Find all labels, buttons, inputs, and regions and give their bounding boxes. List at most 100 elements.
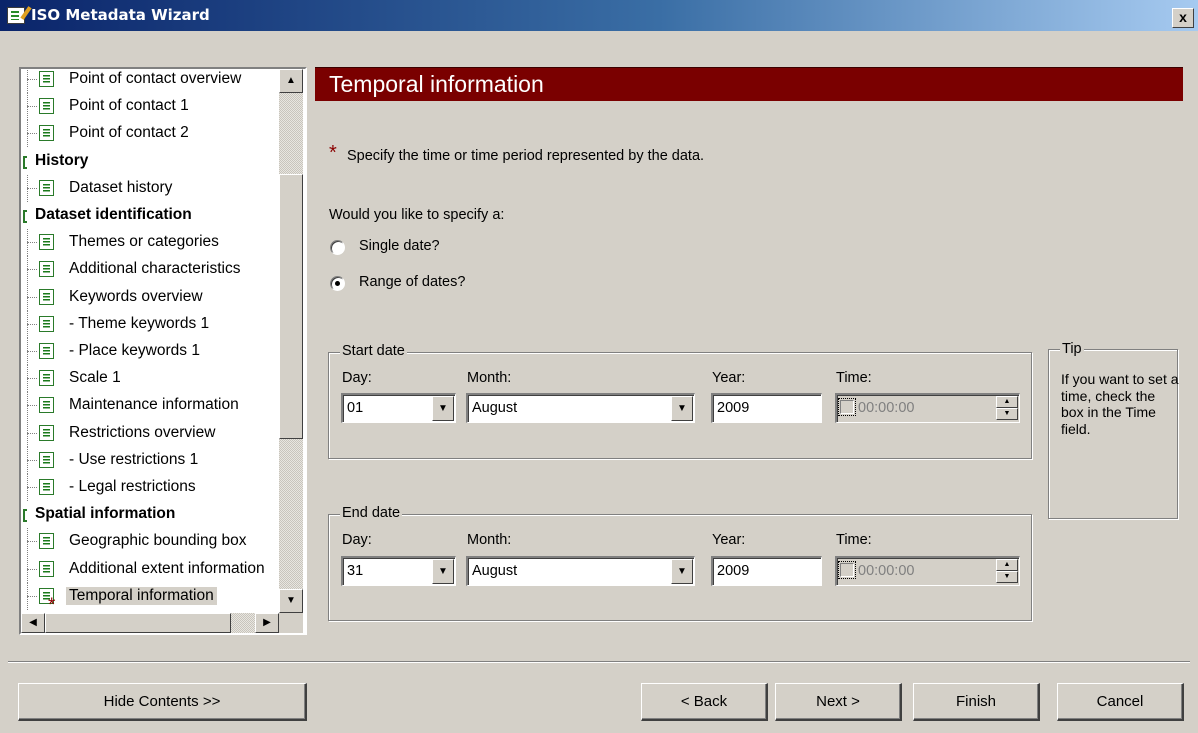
metadata-wizard-icon <box>7 7 25 24</box>
tree-item-label: - Place keywords 1 <box>69 342 200 359</box>
end-time-label: Time: <box>836 532 872 548</box>
spin-down-icon[interactable]: ▼ <box>996 408 1018 420</box>
cancel-label: Cancel <box>1096 693 1144 710</box>
start-day-label: Day: <box>342 370 372 386</box>
spin-up-icon[interactable]: ▲ <box>996 396 1018 408</box>
tree-connector-line <box>27 296 37 298</box>
tree-page-item[interactable]: Scale 1 <box>21 365 279 393</box>
end-time-input[interactable]: 00:00:00 ▲ ▼ <box>835 556 1020 586</box>
tree-page-item[interactable]: Additional characteristics <box>21 256 279 284</box>
scroll-left-icon[interactable]: ◀ <box>21 613 45 633</box>
tree-connector-line <box>27 568 37 570</box>
tree-page-item[interactable]: Themes or categories <box>21 229 279 257</box>
back-button[interactable]: < Back <box>641 683 768 721</box>
tree-page-item[interactable]: Point of contact 1 <box>21 93 279 121</box>
tree-connector-line <box>27 187 37 189</box>
chevron-down-icon[interactable]: ▼ <box>432 396 454 421</box>
single-date-radio[interactable] <box>330 240 345 255</box>
start-time-spinner[interactable]: ▲ ▼ <box>996 396 1018 421</box>
tree-vertical-scroll-thumb[interactable] <box>279 174 303 439</box>
range-of-dates-label[interactable]: Range of dates? <box>359 274 465 290</box>
page-icon <box>39 71 54 87</box>
next-label: Next > <box>816 693 860 710</box>
scroll-down-icon[interactable]: ▼ <box>279 589 303 613</box>
chevron-down-icon[interactable]: ▼ <box>432 559 454 584</box>
next-button[interactable]: Next > <box>775 683 902 721</box>
required-star-icon: * <box>329 142 337 164</box>
start-year-input[interactable]: 2009 <box>711 393 822 423</box>
page-icon <box>39 479 54 495</box>
hide-contents-button[interactable]: Hide Contents >> <box>18 683 307 721</box>
end-year-input[interactable]: 2009 <box>711 556 822 586</box>
page-header: Temporal information <box>315 67 1183 101</box>
tree-horizontal-scrollbar[interactable]: ◀ ▶ <box>21 613 279 633</box>
tree-page-item[interactable]: Restrictions overview <box>21 419 279 447</box>
tree-item-label: Keywords overview <box>69 287 203 305</box>
group-bracket-icon <box>23 509 27 523</box>
tree-connector-line <box>27 378 37 380</box>
finish-button[interactable]: Finish <box>913 683 1040 721</box>
contents-tree: Point of contact overview Point of contac… <box>19 67 307 635</box>
footer-divider <box>8 661 1190 663</box>
tree-page-item[interactable]: Maintenance information <box>21 392 279 420</box>
tree-vertical-scrollbar[interactable]: ▲ ▼ <box>279 69 303 613</box>
end-time-spinner[interactable]: ▲ ▼ <box>996 559 1018 584</box>
tree-horizontal-scroll-thumb[interactable] <box>45 613 231 633</box>
tree-group-item[interactable]: Spatial information <box>21 501 279 528</box>
tree-page-item[interactable]: Point of contact 2 <box>21 120 279 148</box>
start-month-label: Month: <box>467 370 512 386</box>
tree-page-item[interactable]: Point of contact overview <box>21 69 279 93</box>
tree-page-item[interactable]: - Legal restrictions <box>21 474 279 501</box>
window-title: ISO Metadata Wizard <box>31 6 210 24</box>
close-button[interactable]: x <box>1172 8 1194 28</box>
scroll-up-icon[interactable]: ▲ <box>279 69 303 93</box>
range-of-dates-radio[interactable] <box>330 276 345 291</box>
tree-page-item[interactable]: - Theme keywords 1 <box>21 310 279 338</box>
end-time-checkbox[interactable] <box>838 561 856 579</box>
tree-connector-line <box>27 405 37 407</box>
tree-page-item[interactable]: Keywords overview <box>21 283 279 311</box>
chevron-down-icon[interactable]: ▼ <box>671 396 693 421</box>
chevron-down-icon[interactable]: ▼ <box>671 559 693 584</box>
tree-connector-line <box>27 323 37 325</box>
page-icon <box>39 288 54 305</box>
tree-connector-line <box>27 269 37 271</box>
end-month-label: Month: <box>467 532 512 548</box>
page-icon <box>39 261 54 278</box>
finish-label: Finish <box>955 693 996 710</box>
tree-group-item[interactable]: Dataset identification <box>21 202 279 229</box>
tree-group-item[interactable]: History <box>21 148 279 175</box>
end-day-select[interactable]: 31 ▼ <box>341 556 456 586</box>
scroll-right-icon[interactable]: ▶ <box>255 613 279 633</box>
tree-page-item[interactable]: * Temporal information <box>21 582 279 613</box>
tree-item-label: Maintenance information <box>69 396 239 414</box>
page-icon <box>39 98 54 115</box>
tree-page-item[interactable]: - Place keywords 1 <box>21 338 279 365</box>
start-time-checkbox[interactable] <box>838 398 856 416</box>
tree-connector-line <box>27 69 28 93</box>
tree-connector-line <box>27 595 37 597</box>
end-month-select[interactable]: August ▼ <box>466 556 695 586</box>
tree-page-item[interactable]: - Use restrictions 1 <box>21 446 279 474</box>
back-label: < Back <box>680 693 728 710</box>
start-month-select[interactable]: August ▼ <box>466 393 695 423</box>
cancel-button[interactable]: Cancel <box>1057 683 1184 721</box>
page-icon <box>39 560 54 577</box>
end-year-value: 2009 <box>717 563 750 579</box>
tree-page-item[interactable]: Geographic bounding box <box>21 528 279 556</box>
tree-items: Point of contact overview Point of contac… <box>21 69 279 613</box>
tree-page-item[interactable]: Dataset history <box>21 174 279 202</box>
tree-page-item[interactable]: Additional extent information <box>21 555 279 583</box>
tip-title: Tip <box>1060 341 1084 357</box>
spin-down-icon[interactable]: ▼ <box>996 571 1018 583</box>
spin-up-icon[interactable]: ▲ <box>996 559 1018 571</box>
tree-connector-line <box>27 459 37 461</box>
page-icon <box>39 370 54 387</box>
start-day-select[interactable]: 01 ▼ <box>341 393 456 423</box>
start-time-input[interactable]: 00:00:00 ▲ ▼ <box>835 393 1020 423</box>
tree-connector-line <box>27 79 37 80</box>
single-date-label[interactable]: Single date? <box>359 238 440 254</box>
tree-connector-line <box>27 351 37 352</box>
hide-contents-label: Hide Contents >> <box>103 693 221 710</box>
title-bar: ISO Metadata Wizard x <box>0 0 1198 31</box>
